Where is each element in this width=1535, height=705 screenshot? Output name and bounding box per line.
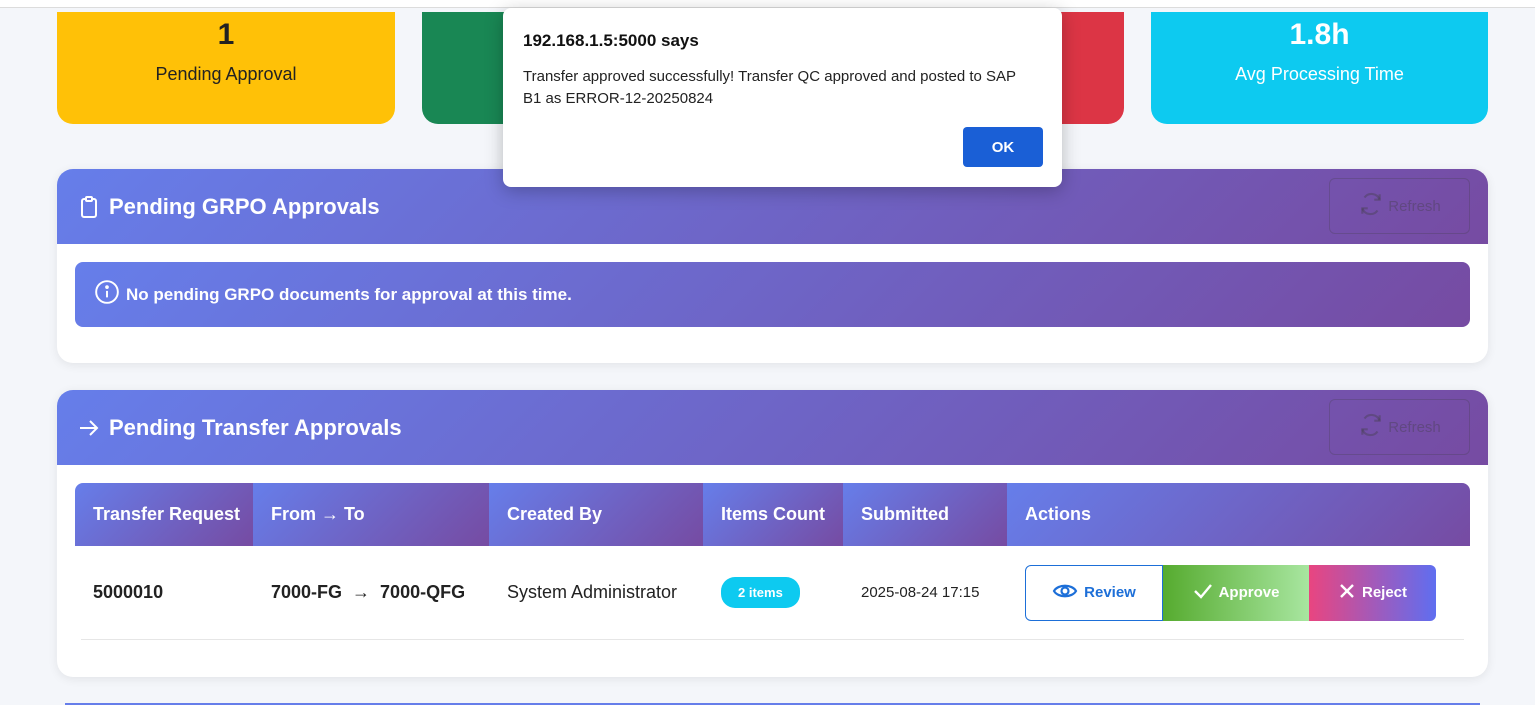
from-to-cell: 7000-FG → 7000-QFG [253, 582, 489, 603]
refresh-label: Refresh [1388, 418, 1441, 436]
transfer-request-number: 5000010 [93, 582, 164, 602]
reject-label: Reject [1361, 584, 1408, 601]
action-button-group: Review Approve Reject [1025, 564, 1436, 621]
stat-pending-approval: 1 Pending Approval [57, 12, 395, 124]
column-header: From → To [253, 483, 489, 546]
grpo-refresh-button[interactable]: Refresh [1329, 178, 1470, 234]
transfer-card-header: Pending Transfer Approvals Refresh [57, 390, 1488, 465]
alert-dialog: 192.168.1.5:5000 says Transfer approved … [503, 8, 1062, 187]
refresh-label: Refresh [1388, 197, 1441, 215]
clipboard-icon [77, 195, 101, 219]
actions-cell: Review Approve Reject [1007, 564, 1436, 621]
transfer-table: Transfer Request From → To Created By It… [75, 483, 1470, 640]
info-icon [94, 279, 126, 310]
transfer-card-title: Pending Transfer Approvals [109, 414, 402, 440]
table-row: 5000010 7000-FG → 7000-QFG System Admini… [81, 546, 1464, 640]
column-header: Transfer Request [75, 483, 253, 546]
column-header: Created By [489, 483, 703, 546]
eye-icon [1052, 581, 1078, 605]
to-warehouse: 7000-QFG [380, 582, 466, 602]
approve-button[interactable]: Approve [1163, 564, 1309, 621]
from-warehouse: 7000-FG [271, 582, 343, 602]
column-header: Submitted [843, 483, 1007, 546]
stat-avg-processing-time: 1.8h Avg Processing Time [1151, 12, 1488, 124]
review-button[interactable]: Review [1025, 564, 1163, 621]
grpo-empty-alert: No pending GRPO documents for approval a… [75, 262, 1470, 327]
x-icon [1338, 582, 1356, 604]
stat-label: Avg Processing Time [1235, 64, 1404, 84]
table-header-row: Transfer Request From → To Created By It… [75, 483, 1470, 546]
stat-value: 1.8h [1289, 18, 1350, 51]
browser-top-edge [0, 0, 1535, 8]
route-arrow: → [352, 582, 371, 602]
items-count-badge: 2 items [721, 577, 800, 608]
alert-dialog-title: 192.168.1.5:5000 says [523, 31, 699, 50]
refresh-icon [1358, 191, 1384, 221]
grpo-empty-message: No pending GRPO documents for approval a… [126, 284, 572, 304]
submitted-date: 2025-08-24 17:15 [861, 584, 980, 601]
column-header: Items Count [703, 483, 843, 546]
ok-button[interactable]: OK [963, 127, 1043, 167]
transfer-approvals-card: Pending Transfer Approvals Refresh Trans… [57, 390, 1488, 677]
items-count-cell: 2 items [703, 577, 843, 608]
reject-button[interactable]: Reject [1309, 564, 1436, 621]
created-by: System Administrator [507, 582, 678, 602]
arrow-right-icon [77, 416, 101, 440]
alert-dialog-message: Transfer approved successfully! Transfer… [523, 68, 1016, 107]
review-label: Review [1084, 584, 1136, 601]
approve-label: Approve [1218, 584, 1280, 601]
refresh-icon [1358, 412, 1384, 442]
grpo-approvals-card: Pending GRPO Approvals Refresh No pendin… [57, 169, 1488, 363]
check-icon [1193, 582, 1213, 604]
column-header: Actions [1007, 483, 1470, 546]
grpo-card-title: Pending GRPO Approvals [109, 193, 380, 219]
stat-value: 1 [217, 18, 235, 51]
transfer-refresh-button[interactable]: Refresh [1329, 399, 1470, 455]
stat-label: Pending Approval [155, 64, 297, 84]
